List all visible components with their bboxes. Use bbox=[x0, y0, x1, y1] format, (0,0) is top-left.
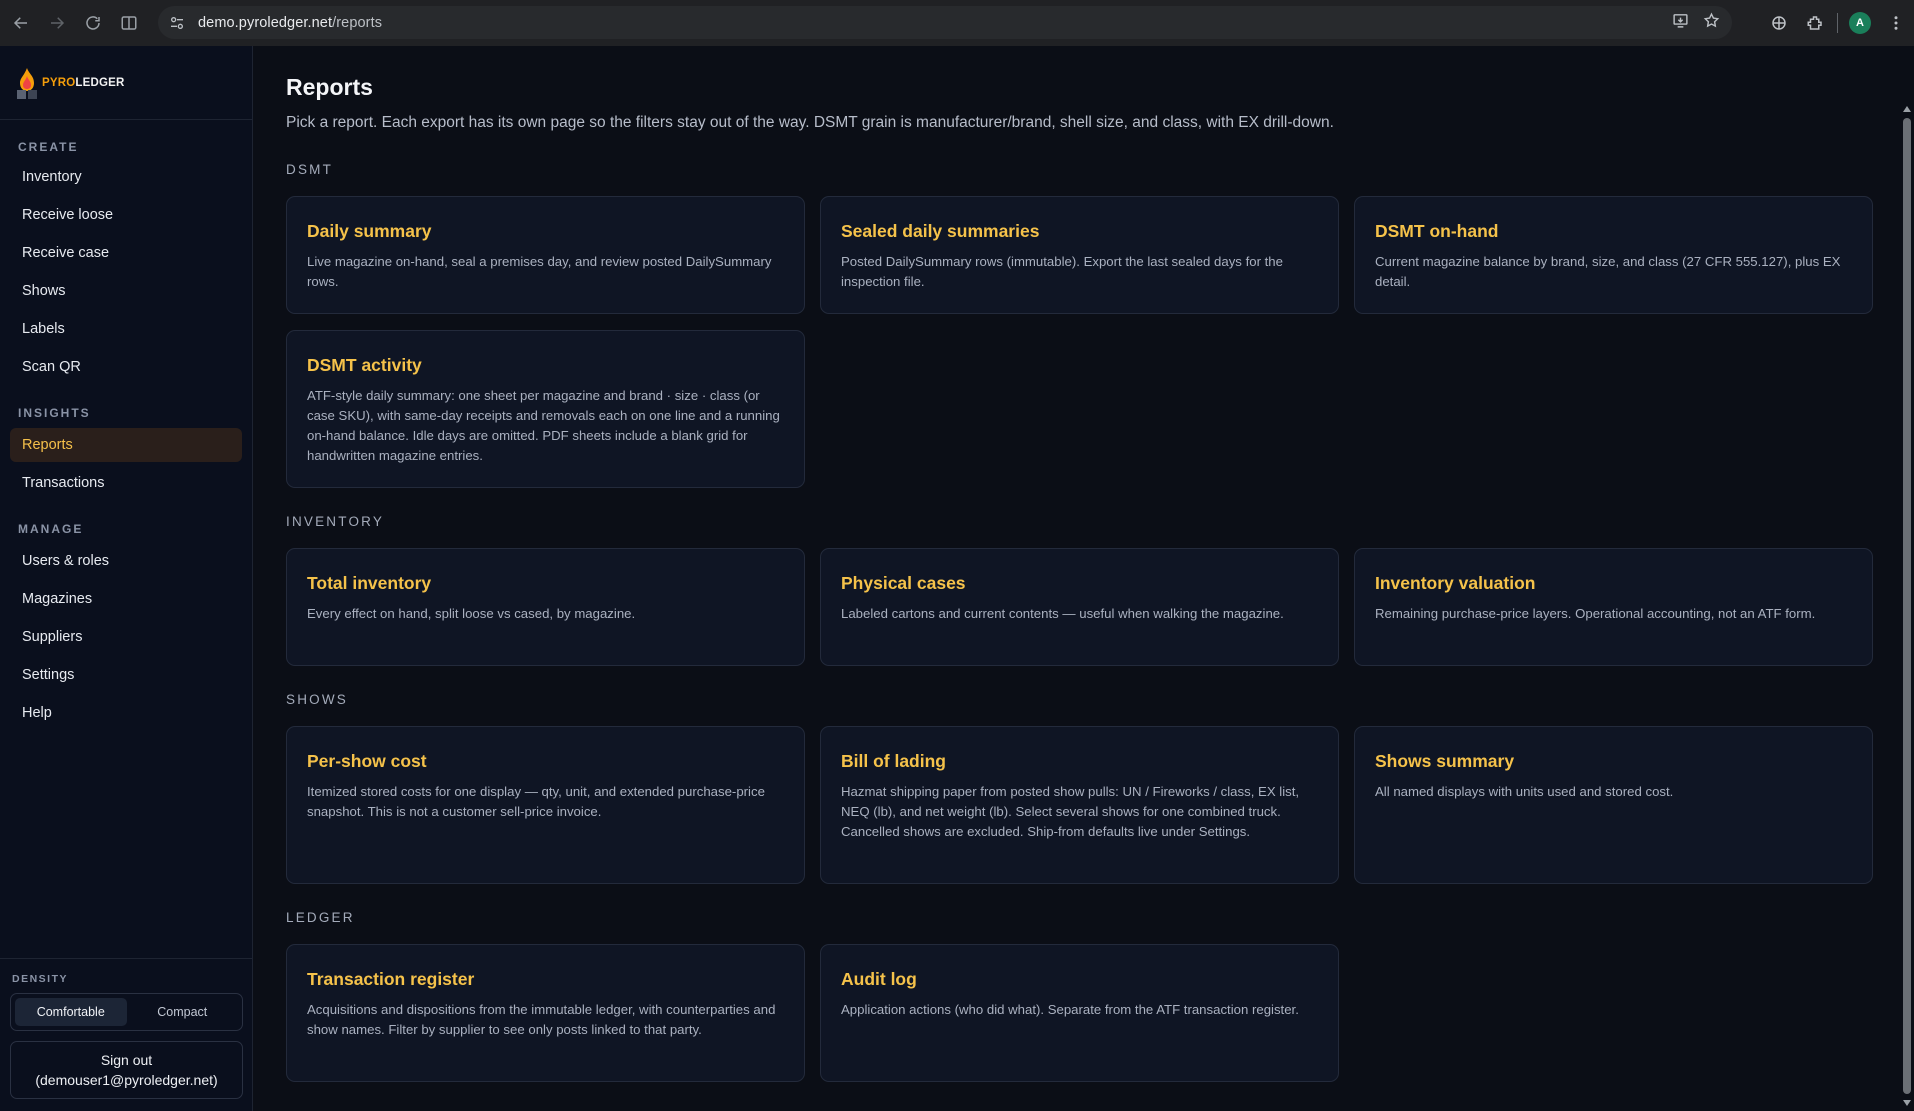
sidebar-section-insights: INSIGHTS bbox=[18, 406, 91, 420]
page-scrollbar[interactable] bbox=[1900, 46, 1914, 1111]
card-title: Transaction register bbox=[307, 969, 475, 989]
sidebar-item-receive-case[interactable]: Receive case bbox=[10, 236, 242, 270]
card-title: Bill of lading bbox=[841, 751, 946, 771]
report-card-total-inventory[interactable]: Total inventory Every effect on hand, sp… bbox=[286, 548, 805, 666]
extension-icon[interactable] bbox=[1761, 6, 1797, 39]
report-card-inventory-valuation[interactable]: Inventory valuation Remaining purchase-p… bbox=[1354, 548, 1873, 666]
sidebar-item-shows[interactable]: Shows bbox=[10, 274, 242, 308]
url-text: demo.pyroledger.net/reports bbox=[198, 14, 383, 31]
sign-out-label: Sign out bbox=[100, 1052, 153, 1068]
card-title: Total inventory bbox=[307, 573, 432, 593]
report-card-shows-summary[interactable]: Shows summary All named displays with un… bbox=[1354, 726, 1873, 884]
toolbar-separator bbox=[1837, 12, 1838, 33]
density-label: DENSITY bbox=[12, 973, 69, 985]
card-title: Audit log bbox=[841, 969, 917, 989]
report-card-daily-summary[interactable]: Daily summary Live magazine on-hand, sea… bbox=[286, 196, 805, 314]
flame-logo-icon bbox=[17, 67, 37, 99]
card-description: Labeled cartons and current contents — u… bbox=[841, 606, 1284, 621]
scroll-down-arrow-icon[interactable] bbox=[1903, 1100, 1911, 1106]
sidebar-item-inventory[interactable]: Inventory bbox=[10, 160, 242, 194]
report-card-dsmt-activity[interactable]: DSMT activity ATF-style daily summary: o… bbox=[286, 330, 805, 488]
sidebar-item-magazines[interactable]: Magazines bbox=[10, 582, 242, 616]
group-label-shows: SHOWS bbox=[286, 692, 349, 707]
scroll-up-arrow-icon[interactable] bbox=[1903, 106, 1911, 112]
sidebar-item-receive-loose[interactable]: Receive loose bbox=[10, 198, 242, 232]
page-subtitle: Pick a report. Each export has its own p… bbox=[286, 114, 1334, 131]
card-description: Hazmat shipping paper from posted show p… bbox=[841, 784, 1300, 839]
card-title: Shows summary bbox=[1375, 751, 1515, 771]
card-description: All named displays with units used and s… bbox=[1375, 784, 1674, 799]
report-card-sealed-daily-summaries[interactable]: Sealed daily summaries Posted DailySumma… bbox=[820, 196, 1339, 314]
profile-avatar[interactable]: A bbox=[1842, 6, 1878, 39]
forward-icon[interactable] bbox=[40, 6, 74, 40]
install-app-icon[interactable] bbox=[1672, 12, 1689, 34]
brand-logo[interactable]: PYROLEDGER bbox=[0, 46, 252, 120]
sidebar-item-suppliers[interactable]: Suppliers bbox=[10, 620, 242, 654]
card-title: DSMT on-hand bbox=[1375, 221, 1499, 241]
brand-name: PYROLEDGER bbox=[42, 76, 125, 89]
scrollbar-thumb[interactable] bbox=[1903, 118, 1911, 1094]
card-description: Application actions (who did what). Sepa… bbox=[841, 1002, 1299, 1017]
report-card-dsmt-on-hand[interactable]: DSMT on-hand Current magazine balance by… bbox=[1354, 196, 1873, 314]
card-title: Per-show cost bbox=[307, 751, 427, 771]
report-card-transaction-register[interactable]: Transaction register Acquisitions and di… bbox=[286, 944, 805, 1082]
card-title: Inventory valuation bbox=[1375, 573, 1536, 593]
sidebar-item-settings[interactable]: Settings bbox=[10, 658, 242, 692]
split-view-icon[interactable] bbox=[112, 6, 146, 40]
report-card-bill-of-lading[interactable]: Bill of lading Hazmat shipping paper fro… bbox=[820, 726, 1339, 884]
card-title: Daily summary bbox=[307, 221, 432, 241]
density-compact-button[interactable]: Compact bbox=[127, 998, 239, 1026]
sidebar-section-manage: MANAGE bbox=[18, 522, 84, 536]
bookmark-star-icon[interactable] bbox=[1703, 11, 1720, 34]
main-content: Reports Pick a report. Each export has i… bbox=[254, 46, 1900, 1111]
sidebar-item-users-roles[interactable]: Users & roles bbox=[10, 544, 242, 578]
card-description: Itemized stored costs for one display — … bbox=[307, 784, 765, 819]
sidebar-item-labels[interactable]: Labels bbox=[10, 312, 242, 346]
report-card-audit-log[interactable]: Audit log Application actions (who did w… bbox=[820, 944, 1339, 1082]
density-control: DENSITY Comfortable Compact Sign out (de… bbox=[0, 958, 253, 1099]
card-description: ATF-style daily summary: one sheet per m… bbox=[307, 388, 780, 463]
address-bar[interactable]: demo.pyroledger.net/reports bbox=[158, 6, 1732, 39]
sidebar-item-transactions[interactable]: Transactions bbox=[10, 466, 242, 500]
sidebar-item-help[interactable]: Help bbox=[10, 696, 242, 730]
reload-icon[interactable] bbox=[76, 6, 110, 40]
sign-out-button[interactable]: Sign out (demouser1@pyroledger.net) bbox=[10, 1041, 243, 1099]
report-card-physical-cases[interactable]: Physical cases Labeled cartons and curre… bbox=[820, 548, 1339, 666]
card-description: Live magazine on-hand, seal a premises d… bbox=[307, 254, 772, 289]
back-icon[interactable] bbox=[4, 6, 38, 40]
group-label-dsmt: DSMT bbox=[286, 162, 334, 177]
card-title: Physical cases bbox=[841, 573, 966, 593]
report-card-per-show-cost[interactable]: Per-show cost Itemized stored costs for … bbox=[286, 726, 805, 884]
sidebar-item-reports[interactable]: Reports bbox=[10, 428, 242, 462]
sidebar: PYROLEDGER CREATE Inventory Receive loos… bbox=[0, 46, 253, 1111]
extensions-puzzle-icon[interactable] bbox=[1797, 6, 1833, 39]
group-label-ledger: LEDGER bbox=[286, 910, 355, 925]
card-description: Posted DailySummary rows (immutable). Ex… bbox=[841, 254, 1283, 289]
sign-out-user: (demouser1@pyroledger.net) bbox=[35, 1072, 218, 1088]
card-description: Acquisitions and dispositions from the i… bbox=[307, 1002, 776, 1037]
browser-toolbar: demo.pyroledger.net/reports A bbox=[0, 0, 1914, 46]
browser-menu-icon[interactable] bbox=[1878, 6, 1914, 39]
density-toggle: Comfortable Compact bbox=[10, 993, 243, 1031]
site-settings-icon[interactable] bbox=[162, 8, 192, 38]
card-title: Sealed daily summaries bbox=[841, 221, 1040, 241]
sidebar-item-scan-qr[interactable]: Scan QR bbox=[10, 350, 242, 384]
card-title: DSMT activity bbox=[307, 355, 422, 375]
card-description: Current magazine balance by brand, size,… bbox=[1375, 254, 1841, 289]
sidebar-section-create: CREATE bbox=[18, 140, 79, 154]
group-label-inventory: INVENTORY bbox=[286, 514, 385, 529]
page-title: Reports bbox=[286, 74, 373, 100]
density-comfortable-button[interactable]: Comfortable bbox=[15, 998, 127, 1026]
card-description: Every effect on hand, split loose vs cas… bbox=[307, 606, 636, 621]
card-description: Remaining purchase-price layers. Operati… bbox=[1375, 606, 1816, 621]
